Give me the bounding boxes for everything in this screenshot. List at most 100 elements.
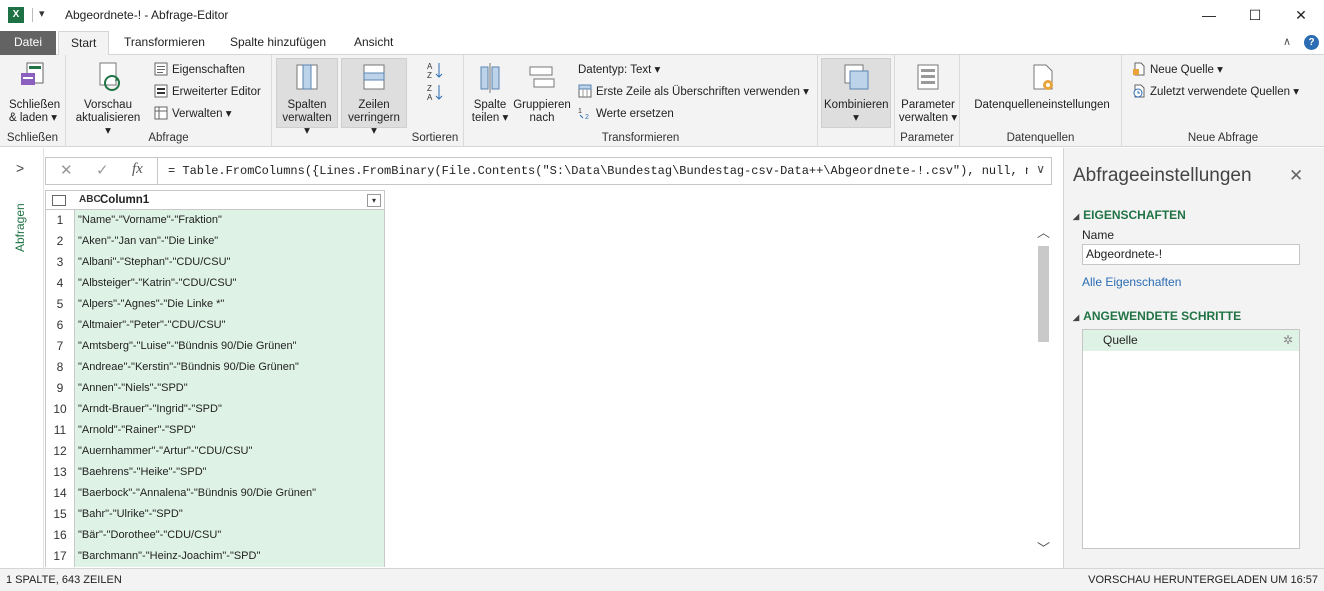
column-filter-dropdown-icon[interactable]: ▾ (367, 194, 381, 207)
maximize-button[interactable]: ☐ (1232, 0, 1278, 31)
table-row[interactable]: 16 "Bär"-"Dorothee"-"CDU/CSU" (46, 525, 385, 546)
replace-values-button[interactable]: 1 2 Werte ersetzen (578, 104, 674, 124)
svg-text:Z: Z (427, 84, 432, 93)
minimize-button[interactable]: — (1186, 0, 1232, 31)
formula-input[interactable]: = Table.FromColumns({Lines.FromBinary(Fi… (168, 164, 1028, 178)
collapse-ribbon-icon[interactable]: ∧ (1283, 35, 1291, 48)
table-cell[interactable]: "Albani"-"Stephan"-"CDU/CSU" (75, 252, 385, 273)
tab-view[interactable]: Ansicht (342, 31, 405, 55)
refresh-preview-button[interactable]: Vorschau aktualisieren ▾ (70, 59, 146, 138)
column-header[interactable]: Column1 (100, 194, 149, 206)
table-row[interactable]: 10 "Arndt-Brauer"-"Ingrid"-"SPD" (46, 399, 385, 420)
table-cell[interactable]: "Andreae"-"Kerstin"-"Bündnis 90/Die Grün… (75, 357, 385, 378)
scroll-thumb[interactable] (1038, 246, 1049, 342)
manage-parameters-button[interactable]: Parameter verwalten ▾ (897, 59, 959, 125)
close-settings-icon[interactable]: ✕ (1289, 166, 1303, 186)
group-label-query: Abfrage (148, 132, 189, 144)
tab-start[interactable]: Start (58, 31, 110, 56)
table-row[interactable]: 12 "Auernhammer"-"Artur"-"CDU/CSU" (46, 441, 385, 462)
step-item[interactable]: Quelle ✲ (1083, 330, 1299, 351)
table-cell[interactable]: "Bär"-"Dorothee"-"CDU/CSU" (75, 525, 385, 546)
manage-columns-button[interactable]: Spalten verwalten ▾ (276, 58, 338, 137)
table-row[interactable]: 1 "Name"-"Vorname"-"Fraktion" (46, 210, 385, 231)
table-cell[interactable]: "Altmaier"-"Peter"-"CDU/CSU" (75, 315, 385, 336)
table-cell[interactable]: "Aken"-"Jan van"-"Die Linke" (75, 231, 385, 252)
new-source-button[interactable]: Neue Quelle ▾ (1132, 60, 1223, 80)
help-icon[interactable]: ? (1304, 35, 1319, 50)
properties-button[interactable]: Eigenschaften (154, 60, 245, 80)
grid-vertical-scrollbar[interactable]: ︿ ﹀ (1035, 220, 1052, 560)
properties-section-header[interactable]: ◢ EIGENSCHAFTEN (1073, 208, 1186, 222)
combine-button[interactable]: Kombinieren ▾ (821, 58, 891, 128)
manage-button[interactable]: Verwalten ▾ (154, 104, 231, 124)
datasource-settings-button[interactable]: Datenquelleneinstellungen (970, 59, 1114, 112)
table-cell[interactable]: "Alpers"-"Agnes"-"Die Linke *" (75, 294, 385, 315)
sort-descending-icon[interactable]: ZA (427, 83, 443, 104)
close-and-load-label: Schließen & laden ▾ (9, 99, 61, 124)
table-cell[interactable]: "Albsteiger"-"Katrin"-"CDU/CSU" (75, 273, 385, 294)
table-row[interactable]: 7 "Amtsberg"-"Luise"-"Bündnis 90/Die Grün… (46, 336, 385, 357)
table-row[interactable]: 3 "Albani"-"Stephan"-"CDU/CSU" (46, 252, 385, 273)
applied-steps-header[interactable]: ◢ ANGEWENDETE SCHRITTE (1073, 309, 1241, 323)
tab-add-column[interactable]: Spalte hinzufügen (218, 31, 338, 55)
formula-bar: ✕ ✓ fx = Table.FromColumns({Lines.FromBi… (45, 157, 1052, 185)
datatype-dropdown[interactable]: Datentyp: Text ▾ (578, 60, 660, 80)
gear-icon[interactable]: ✲ (1283, 330, 1293, 351)
expand-queries-icon[interactable]: > (16, 160, 24, 176)
expand-formula-icon[interactable]: ∨ (1036, 162, 1045, 176)
table-row[interactable]: 2 "Aken"-"Jan van"-"Die Linke" (46, 231, 385, 252)
sort-ascending-icon[interactable]: AZ (427, 61, 443, 82)
table-cell[interactable]: "Amtsberg"-"Luise"-"Bündnis 90/Die Grüne… (75, 336, 385, 357)
cancel-formula-icon[interactable]: ✕ (60, 161, 73, 179)
rows-icon (358, 61, 390, 95)
grid-rows: 1 "Name"-"Vorname"-"Fraktion" 2 "Aken"-"Jan… (46, 210, 385, 567)
fx-icon[interactable]: fx (132, 161, 143, 178)
table-row[interactable]: 11 "Arnold"-"Rainer"-"SPD" (46, 420, 385, 441)
table-row[interactable]: 8 "Andreae"-"Kerstin"-"Bündnis 90/Die Grü… (46, 357, 385, 378)
advanced-editor-button[interactable]: Erweiterter Editor (154, 82, 261, 102)
table-cell[interactable]: "Barchmann"-"Heinz-Joachim"-"SPD" (75, 546, 385, 567)
scroll-up-icon[interactable]: ︿ (1037, 222, 1050, 241)
close-button[interactable]: ✕ (1278, 0, 1324, 31)
table-row[interactable]: 15 "Bahr"-"Ulrike"-"SPD" (46, 504, 385, 525)
all-properties-link[interactable]: Alle Eigenschaften (1082, 275, 1181, 289)
table-row[interactable]: 14 "Baerbock"-"Annalena"-"Bündnis 90/Die … (46, 483, 385, 504)
table-row[interactable]: 4 "Albsteiger"-"Katrin"-"CDU/CSU" (46, 273, 385, 294)
row-number: 11 (46, 420, 75, 441)
close-and-load-button[interactable]: Schließen & laden ▾ (4, 59, 62, 125)
group-label-parameters: Parameter (900, 132, 954, 144)
table-row[interactable]: 6 "Altmaier"-"Peter"-"CDU/CSU" (46, 315, 385, 336)
combine-label: Kombinieren ▾ (824, 99, 889, 124)
scroll-down-icon[interactable]: ﹀ (1037, 538, 1050, 557)
table-row[interactable]: 9 "Annen"-"Niels"-"SPD" (46, 378, 385, 399)
table-cell[interactable]: "Baehrens"-"Heike"-"SPD" (75, 462, 385, 483)
split-column-button[interactable]: Spalte teilen ▾ (468, 59, 512, 125)
table-cell[interactable]: "Baerbock"-"Annalena"-"Bündnis 90/Die Gr… (75, 483, 385, 504)
table-row[interactable]: 13 "Baehrens"-"Heike"-"SPD" (46, 462, 385, 483)
table-cell[interactable]: "Arnold"-"Rainer"-"SPD" (75, 420, 385, 441)
properties-icon (154, 62, 168, 76)
table-cell[interactable]: "Auernhammer"-"Artur"-"CDU/CSU" (75, 441, 385, 462)
reduce-rows-button[interactable]: Zeilen verringern ▾ (341, 58, 407, 137)
recent-sources-button[interactable]: Zuletzt verwendete Quellen ▾ (1132, 82, 1299, 102)
table-cell[interactable]: "Bahr"-"Ulrike"-"SPD" (75, 504, 385, 525)
svg-text:Z: Z (427, 71, 432, 79)
divider (32, 8, 33, 22)
text-type-icon[interactable]: ABC (79, 194, 101, 205)
first-row-header-label: Erste Zeile als Überschriften verwenden … (596, 86, 809, 98)
tab-file[interactable]: Datei (0, 31, 56, 55)
queries-pane-label[interactable]: Abfragen (13, 193, 31, 263)
table-cell[interactable]: "Name"-"Vorname"-"Fraktion" (75, 210, 385, 231)
table-row[interactable]: 17 "Barchmann"-"Heinz-Joachim"-"SPD" (46, 546, 385, 567)
group-by-button[interactable]: Gruppieren nach (512, 59, 572, 125)
confirm-formula-icon[interactable]: ✓ (96, 161, 109, 179)
tab-transform[interactable]: Transformieren (112, 31, 217, 55)
query-name-input[interactable]: Abgeordnete-! (1082, 244, 1300, 265)
table-icon[interactable] (52, 195, 66, 206)
table-cell[interactable]: "Arndt-Brauer"-"Ingrid"-"SPD" (75, 399, 385, 420)
first-row-header-button[interactable]: Erste Zeile als Überschriften verwenden … (578, 82, 809, 102)
manage-parameters-label: Parameter verwalten ▾ (898, 99, 958, 124)
table-row[interactable]: 5 "Alpers"-"Agnes"-"Die Linke *" (46, 294, 385, 315)
quick-access-dropdown[interactable]: ▾ (39, 7, 45, 20)
table-cell[interactable]: "Annen"-"Niels"-"SPD" (75, 378, 385, 399)
